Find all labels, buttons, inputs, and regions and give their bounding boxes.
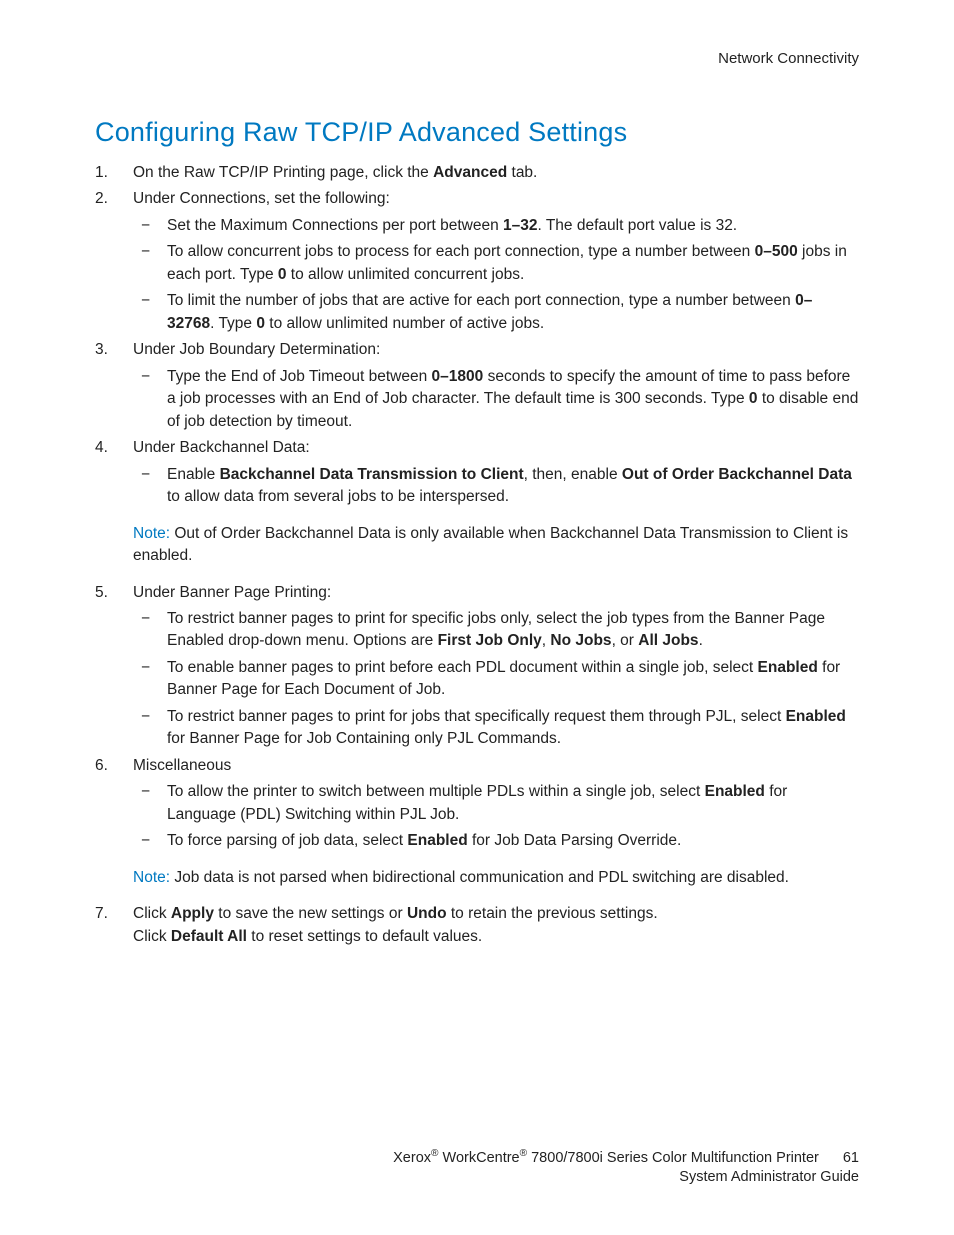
note-label: Note: xyxy=(133,869,170,886)
sub-item: To allow concurrent jobs to process for … xyxy=(133,241,859,286)
bold: All Jobs xyxy=(638,632,698,649)
sub-item: Type the End of Job Timeout between 0–18… xyxy=(133,366,859,433)
note: Note: Job data is not parsed when bidire… xyxy=(133,867,859,889)
bold: Out of Order Backchannel Data xyxy=(622,466,852,483)
bold: Advanced xyxy=(433,164,507,181)
text: to allow unlimited number of active jobs… xyxy=(265,315,544,332)
text: Under Connections, set the following: xyxy=(133,190,390,207)
text: to retain the previous settings. xyxy=(447,905,658,922)
sub-item: To restrict banner pages to print for sp… xyxy=(133,608,859,653)
sub-item: To enable banner pages to print before e… xyxy=(133,657,859,702)
bold: Apply xyxy=(171,905,214,922)
text: Under Backchannel Data: xyxy=(133,439,310,456)
bold: Enabled xyxy=(407,832,467,849)
note-text: Job data is not parsed when bidirectiona… xyxy=(170,869,789,886)
step-3: Under Job Boundary Determination: Type t… xyxy=(95,339,859,433)
step-7: Click Apply to save the new settings or … xyxy=(95,903,859,948)
text: Click xyxy=(133,905,171,922)
bold: 0–500 xyxy=(755,243,798,260)
text: Type the End of Job Timeout between xyxy=(167,368,432,385)
text: On the Raw TCP/IP Printing page, click t… xyxy=(133,164,433,181)
text: , then, enable xyxy=(524,466,622,483)
sub-item: To limit the number of jobs that are act… xyxy=(133,290,859,335)
registered-icon: ® xyxy=(520,1148,527,1159)
step-6: Miscellaneous To allow the printer to sw… xyxy=(95,755,859,853)
step-4: Under Backchannel Data: Enable Backchann… xyxy=(95,437,859,508)
bold: Enabled xyxy=(705,783,765,800)
registered-icon: ® xyxy=(431,1148,438,1159)
text: to allow data from several jobs to be in… xyxy=(167,488,509,505)
text: To allow the printer to switch between m… xyxy=(167,783,705,800)
step-2: Under Connections, set the following: Se… xyxy=(95,188,859,335)
text: To allow concurrent jobs to process for … xyxy=(167,243,755,260)
note-text: Out of Order Backchannel Data is only av… xyxy=(133,525,848,564)
text: To restrict banner pages to print for jo… xyxy=(167,708,786,725)
text: . The default port value is 32. xyxy=(538,217,738,234)
page-footer: Xerox® WorkCentre® 7800/7800i Series Col… xyxy=(393,1147,859,1187)
bold: First Job Only xyxy=(438,632,542,649)
sub-item: To allow the printer to switch between m… xyxy=(133,781,859,826)
footer-subtitle: System Administrator Guide xyxy=(393,1168,859,1187)
bold: Enabled xyxy=(758,659,818,676)
bold: 0 xyxy=(278,266,287,283)
text: Click xyxy=(133,928,171,945)
text: To force parsing of job data, select xyxy=(167,832,407,849)
text: to allow unlimited concurrent jobs. xyxy=(287,266,525,283)
footer-brand: Xerox xyxy=(393,1150,431,1166)
page-title: Configuring Raw TCP/IP Advanced Settings xyxy=(95,117,859,148)
sub-item: To restrict banner pages to print for jo… xyxy=(133,706,859,751)
bold: Default All xyxy=(171,928,247,945)
text: to reset settings to default values. xyxy=(247,928,482,945)
bold: Backchannel Data Transmission to Client xyxy=(220,466,524,483)
bold: No Jobs xyxy=(550,632,611,649)
text: Under Banner Page Printing: xyxy=(133,584,331,601)
bold: 0 xyxy=(256,315,265,332)
text: Set the Maximum Connections per port bet… xyxy=(167,217,503,234)
text: Enable xyxy=(167,466,220,483)
text: Under Job Boundary Determination: xyxy=(133,341,380,358)
sub-item: Set the Maximum Connections per port bet… xyxy=(133,215,859,237)
step-1: On the Raw TCP/IP Printing page, click t… xyxy=(95,162,859,184)
text: for Banner Page for Job Containing only … xyxy=(167,730,561,747)
text: for Job Data Parsing Override. xyxy=(468,832,682,849)
running-header: Network Connectivity xyxy=(95,50,859,67)
text: To enable banner pages to print before e… xyxy=(167,659,758,676)
step-5: Under Banner Page Printing: To restrict … xyxy=(95,582,859,751)
note-label: Note: xyxy=(133,525,170,542)
footer-brand: 7800/7800i Series Color Multifunction Pr… xyxy=(527,1150,819,1166)
bold: 0 xyxy=(749,390,758,407)
bold: 0–1800 xyxy=(432,368,484,385)
note: Note: Out of Order Backchannel Data is o… xyxy=(133,523,859,568)
text: . Type xyxy=(210,315,256,332)
step-7b: Click Default All to reset settings to d… xyxy=(133,926,859,948)
bold: Enabled xyxy=(786,708,846,725)
footer-brand: WorkCentre xyxy=(439,1150,520,1166)
text: Miscellaneous xyxy=(133,757,231,774)
text: to save the new settings or xyxy=(214,905,407,922)
text: tab. xyxy=(507,164,537,181)
sub-item: Enable Backchannel Data Transmission to … xyxy=(133,464,859,509)
text: . xyxy=(699,632,703,649)
page-number: 61 xyxy=(843,1149,859,1168)
bold: 1–32 xyxy=(503,217,537,234)
bold: Undo xyxy=(407,905,447,922)
sub-item: To force parsing of job data, select Ena… xyxy=(133,830,859,852)
text: To limit the number of jobs that are act… xyxy=(167,292,795,309)
text: , or xyxy=(612,632,639,649)
